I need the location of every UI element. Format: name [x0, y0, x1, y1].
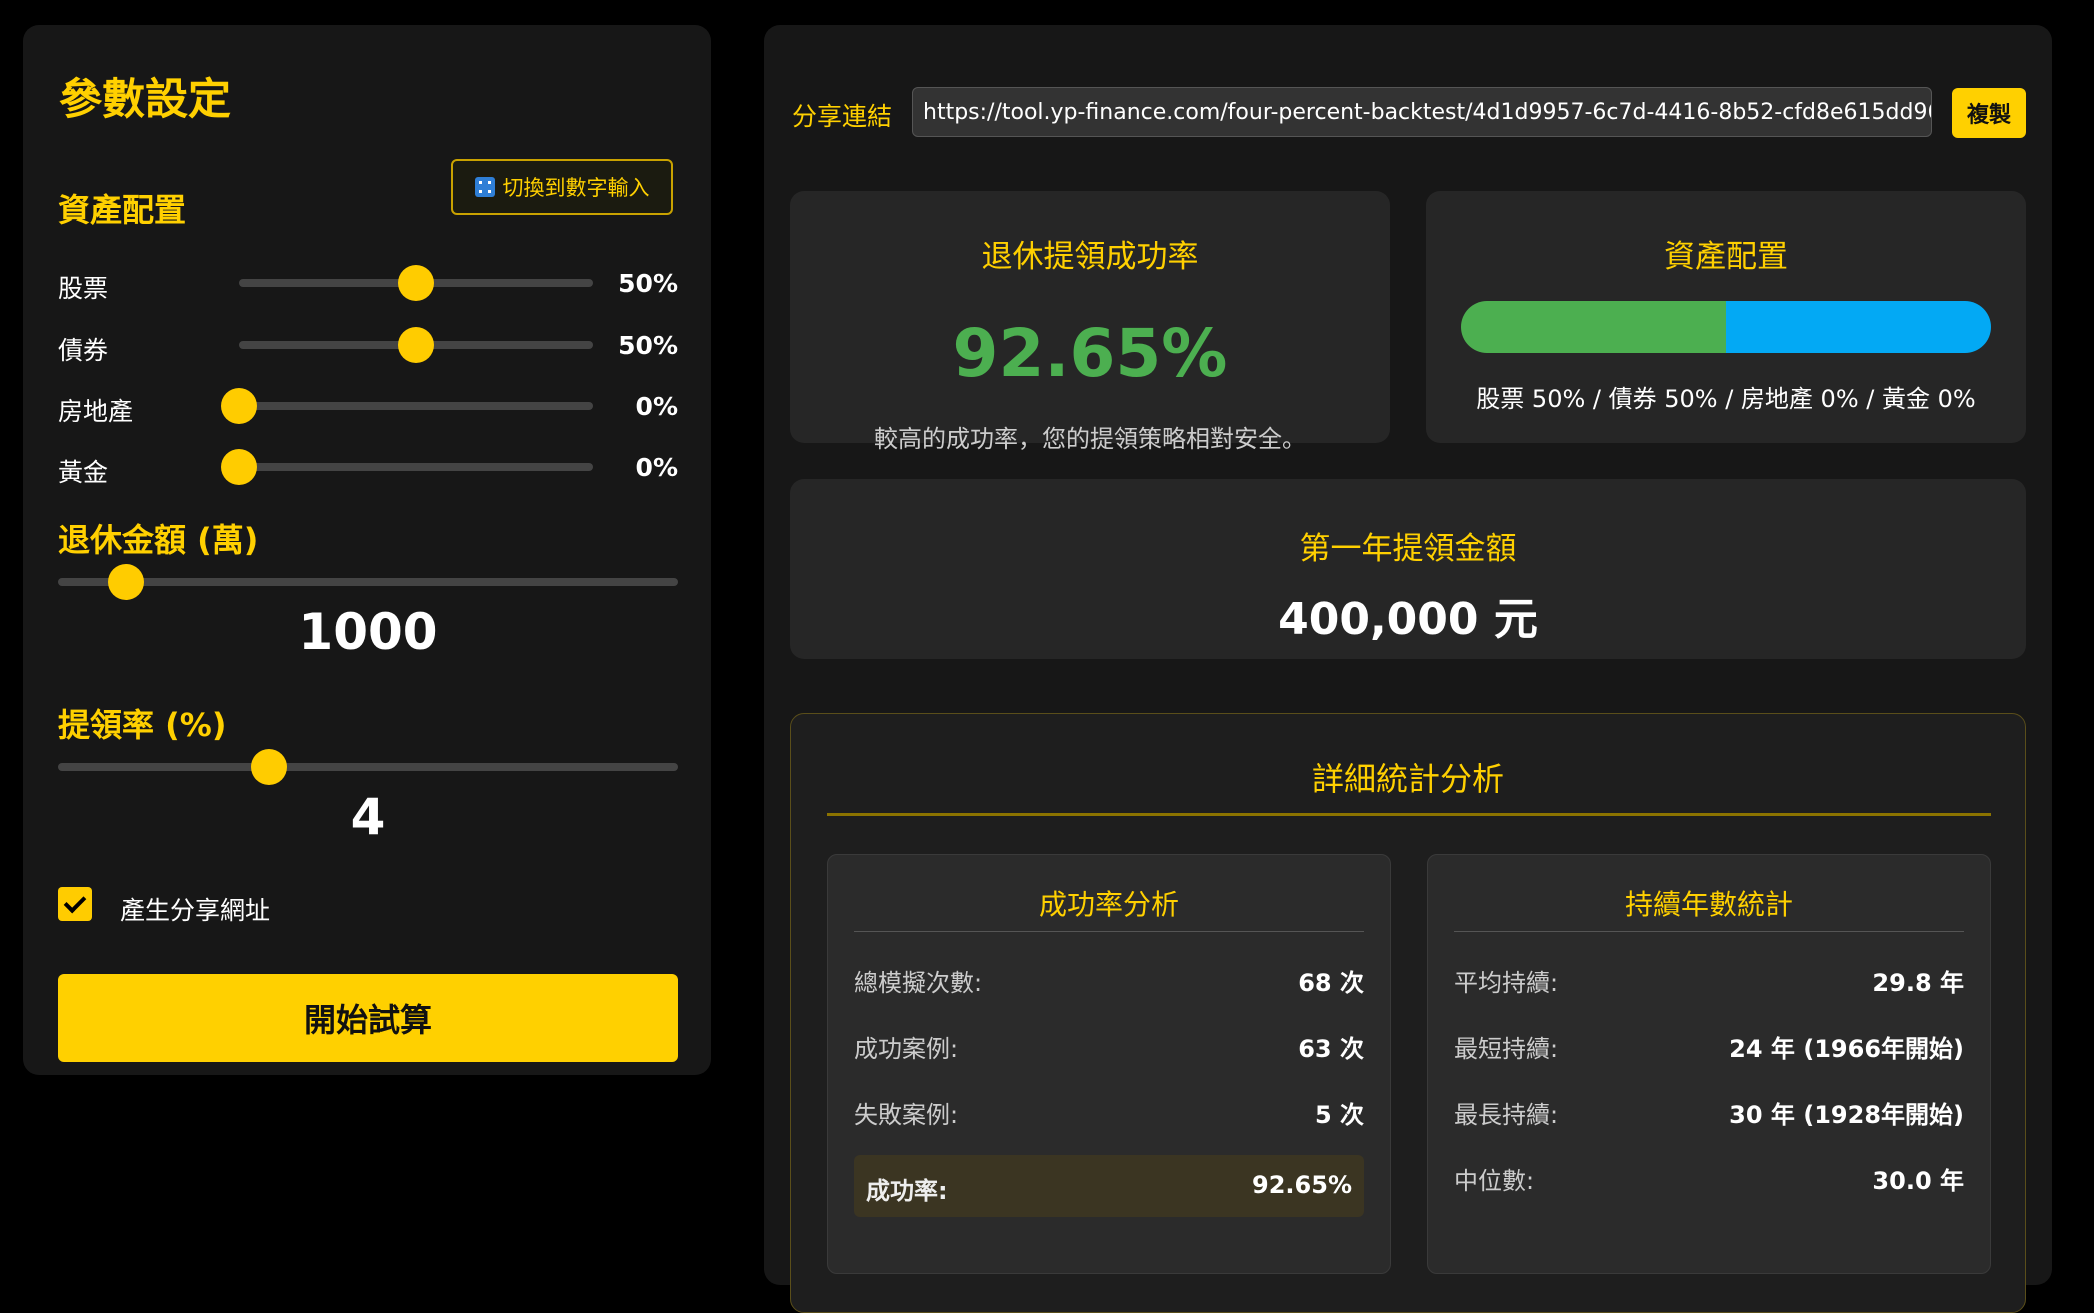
retire-amount-value: 1000: [298, 603, 438, 661]
slider-label-realestate: 房地產: [58, 397, 134, 426]
success-rate-title: 退休提領成功率: [981, 239, 1199, 275]
panel-title: 參數設定: [59, 75, 231, 125]
divider: [1454, 931, 1964, 932]
allocation-segment-bond: [1726, 301, 1991, 353]
divider: [854, 931, 1364, 932]
toggle-button-label: 切換到數字輸入: [502, 176, 650, 200]
realestate-slider-thumb[interactable]: [221, 388, 257, 424]
share-url-checkbox-label[interactable]: 產生分享網址: [120, 891, 270, 927]
retire-amount-heading: 退休金額 (萬): [58, 521, 259, 559]
stat-label: 失敗案例:: [854, 1101, 959, 1129]
stat-label: 最長持續:: [1454, 1101, 1559, 1129]
stat-value: 24 年 (1966年開始): [1729, 1035, 1964, 1063]
realestate-slider-row: 房地產 0%: [58, 386, 678, 426]
stat-label: 成功案例:: [854, 1035, 959, 1063]
retire-amount-thumb[interactable]: [108, 564, 145, 600]
stock-slider-thumb[interactable]: [398, 265, 434, 301]
toggle-number-input-button[interactable]: 切換到數字輸入: [451, 159, 673, 215]
slider-label-bond: 債券: [58, 336, 109, 365]
stat-label: 成功率:: [866, 1177, 948, 1205]
allocation-segment-stock: [1461, 301, 1726, 353]
stat-value: 92.65%: [1252, 1171, 1352, 1199]
slider-value-realestate: 0%: [635, 392, 678, 421]
withdraw-rate-value: 4: [350, 788, 386, 846]
stat-value: 63 次: [1298, 1035, 1364, 1063]
bond-slider-thumb[interactable]: [398, 327, 434, 363]
bond-slider[interactable]: [239, 327, 593, 363]
parameter-panel: 參數設定 資產配置 切換到數字輸入 股票 50% 債券 50% 房地產 0% 黃…: [23, 25, 711, 1075]
stat-row: 失敗案例: 5 次: [854, 1091, 1364, 1131]
keypad-icon: [474, 177, 495, 197]
stat-label: 最短持續:: [1454, 1035, 1559, 1063]
retire-amount-slider[interactable]: [58, 564, 678, 600]
success-analysis-card: 成功率分析 總模擬次數: 68 次 成功案例: 63 次 失敗案例: 5 次 成…: [827, 854, 1391, 1274]
first-year-withdrawal-title: 第一年提領金額: [1299, 531, 1517, 567]
withdraw-rate-thumb[interactable]: [250, 749, 287, 785]
share-link-label: 分享連結: [792, 102, 893, 131]
detailed-stats-title: 詳細統計分析: [1311, 760, 1504, 798]
slider-value-bond: 50%: [618, 331, 678, 360]
stat-label: 總模擬次數:: [854, 969, 983, 997]
allocation-heading: 資產配置: [58, 191, 187, 229]
allocation-bar: [1461, 301, 1991, 353]
stock-slider-row: 股票 50%: [58, 263, 678, 303]
success-rate-subtitle: 較高的成功率，您的提領策略相對安全。: [874, 425, 1306, 453]
stat-label: 平均持續:: [1454, 969, 1559, 997]
start-calculation-button[interactable]: 開始試算: [58, 974, 678, 1062]
allocation-card: 資產配置 股票 50% / 債券 50% / 房地產 0% / 黃金 0%: [1426, 191, 2026, 443]
stat-row: 最長持續: 30 年 (1928年開始): [1454, 1091, 1964, 1131]
realestate-slider[interactable]: [221, 388, 593, 424]
divider: [827, 813, 1991, 816]
stat-value: 30.0 年: [1872, 1167, 1964, 1195]
slider-label-stock: 股票: [58, 274, 109, 303]
stat-value: 68 次: [1298, 969, 1364, 997]
success-rate-card: 退休提領成功率 92.65% 較高的成功率，您的提領策略相對安全。: [790, 191, 1390, 453]
slider-value-stock: 50%: [618, 269, 678, 298]
stat-value: 29.8 年: [1872, 969, 1964, 997]
stat-value: 5 次: [1314, 1101, 1364, 1129]
first-year-withdrawal-value: 400,000 元: [1278, 594, 1538, 645]
results-panel: 分享連結 https://tool.yp-finance.com/four-pe…: [764, 25, 2052, 1313]
slider-label-gold: 黃金: [58, 458, 109, 487]
stat-row: 成功案例: 63 次: [854, 1025, 1364, 1065]
success-analysis-title: 成功率分析: [1038, 888, 1179, 921]
allocation-card-title: 資產配置: [1664, 239, 1788, 275]
slider-value-gold: 0%: [635, 453, 678, 482]
share-url-checkbox[interactable]: [58, 887, 92, 921]
duration-stats-title: 持續年數統計: [1624, 888, 1793, 921]
success-rate-highlight-row: 成功率: 92.65%: [854, 1155, 1364, 1217]
detailed-stats-section: 詳細統計分析 成功率分析 總模擬次數: 68 次 成功案例: 63 次 失敗案例…: [790, 713, 2026, 1313]
stat-row: 總模擬次數: 68 次: [854, 959, 1364, 999]
share-link-input[interactable]: https://tool.yp-finance.com/four-percent…: [912, 87, 1932, 137]
copy-button[interactable]: 複製: [1952, 88, 2026, 138]
withdraw-rate-heading: 提領率 (%): [58, 706, 227, 744]
gold-slider[interactable]: [221, 449, 593, 485]
duration-stats-card: 持續年數統計 平均持續: 29.8 年 最短持續: 24 年 (1966年開始)…: [1427, 854, 1991, 1274]
stat-row: 中位數: 30.0 年: [1454, 1157, 1964, 1197]
stock-slider[interactable]: [239, 265, 593, 301]
bond-slider-row: 債券 50%: [58, 325, 678, 365]
allocation-summary: 股票 50% / 債券 50% / 房地產 0% / 黃金 0%: [1476, 385, 1976, 413]
stat-label: 中位數:: [1454, 1167, 1535, 1195]
stat-row: 最短持續: 24 年 (1966年開始): [1454, 1025, 1964, 1065]
stat-row: 平均持續: 29.8 年: [1454, 959, 1964, 999]
gold-slider-thumb[interactable]: [221, 449, 257, 485]
gold-slider-row: 黃金 0%: [58, 447, 678, 487]
first-year-withdrawal-card: 第一年提領金額 400,000 元: [790, 479, 2026, 659]
stat-value: 30 年 (1928年開始): [1729, 1101, 1964, 1129]
withdraw-rate-slider[interactable]: [58, 749, 678, 785]
success-rate-value: 92.65%: [952, 315, 1228, 392]
